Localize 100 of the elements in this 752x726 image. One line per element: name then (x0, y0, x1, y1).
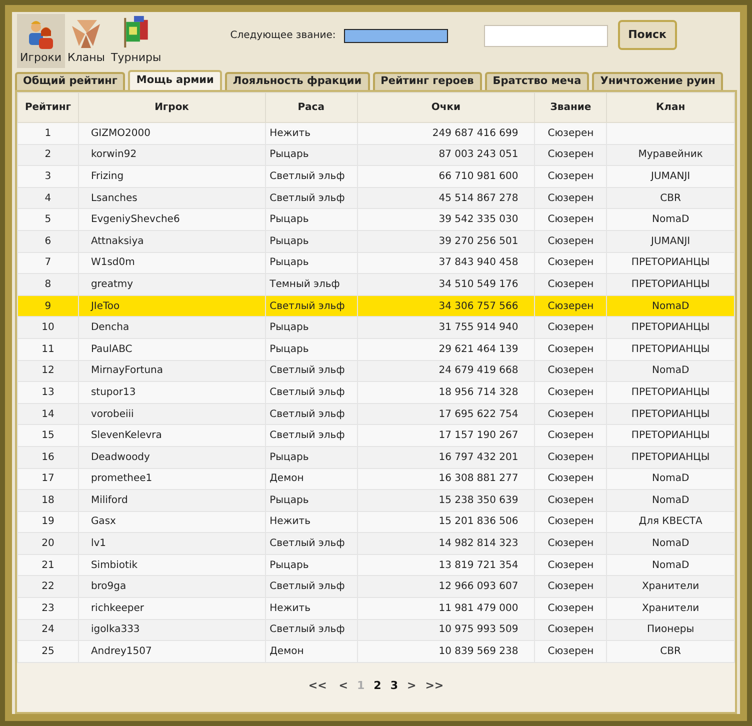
table-cell: Рыцарь (270, 214, 309, 226)
column-header: Клан (606, 92, 734, 122)
table-cell: Сюзерен (548, 149, 594, 160)
table-cell: Нежить (270, 128, 311, 139)
table-row[interactable]: 2 korwin92 Рыцарь 87 003 243 051 Сюзерен Муравейник (18, 144, 734, 166)
table-cell: Демон (270, 473, 304, 484)
table-cell: Демон (270, 646, 304, 658)
table-row[interactable]: 23 richkeeper Нежить 11 981 479 000 Сюзерен Хранители (18, 598, 734, 620)
table-cell: Сюзерен (548, 170, 594, 182)
table-cell: 21 (42, 560, 54, 571)
nav-item[interactable]: Игроки (17, 14, 65, 68)
table-cell: Gasx (90, 516, 116, 528)
tab[interactable]: Лояльность фракции (224, 72, 370, 90)
table-cell: Сюзерен (548, 646, 594, 658)
table-cell: Сюзерен (548, 192, 594, 204)
table-cell: lv1 (90, 538, 106, 550)
table-row[interactable]: 18 Miliford Рыцарь 15 238 350 639 Сюзерен NomaD (18, 490, 734, 512)
table-cell: SlevenKelevra (90, 430, 162, 442)
table-row[interactable]: 17 promethee1 Демон 16 308 881 277 Сюзерен NomaD (18, 468, 734, 490)
table-cell: Сюзерен (548, 624, 594, 636)
table-row[interactable]: 25 Andrey1507 Демон 10 839 569 238 Сюзерен CBR (18, 640, 734, 662)
table-cell: Deadwoody (90, 452, 150, 463)
table-cell: Dencha (90, 322, 130, 334)
table-row[interactable]: 1 GIZMO2000 Нежить 249 687 416 699 Сюзерен (18, 122, 734, 144)
table-row[interactable]: 19 Gasx Нежить 15 201 836 506 Сюзерен Для КВЕСТА (18, 511, 734, 533)
table-cell: Светлый эльф (270, 408, 345, 420)
table-row[interactable]: 22 bro9ga Светлый эльф 12 966 093 607 Сюзерен Хранители (18, 576, 734, 598)
table-row[interactable]: 9 JIeToo Светлый эльф 34 306 757 566 Сюзерен NomaD (18, 295, 734, 317)
table-cell: Светлый эльф (270, 386, 345, 398)
table-cell: Сюзерен (548, 538, 594, 550)
table-row[interactable]: 8 greatmy Темный эльф 34 510 549 176 Сюзерен ПРЕТОРИАНЦЫ (18, 274, 734, 296)
table-cell: 13 (42, 386, 54, 398)
column-header: Очки (357, 92, 535, 122)
table-cell: Сюзерен (548, 344, 594, 355)
table-cell: Сюзерен (548, 236, 594, 247)
table-cell: 39 542 335 030 (438, 214, 518, 226)
table-cell: Сюзерен (548, 473, 594, 484)
nav-item[interactable]: Кланы (64, 14, 108, 68)
table-cell: Хранители (642, 602, 700, 614)
table-cell: Сюзерен (548, 214, 594, 226)
table-cell: EvgeniyShevche6 (90, 214, 180, 226)
table-cell: Светлый эльф (270, 365, 345, 376)
table-cell: 13 819 721 354 (438, 560, 518, 571)
table-row[interactable]: 24 igolka333 Светлый эльф 10 975 993 509 Сюзерен Пионеры (18, 619, 734, 641)
table-row[interactable]: 11 PaulABC Рыцарь 29 621 464 139 Сюзерен ПРЕТОРИАНЦЫ (18, 338, 734, 360)
first-page-link[interactable]: << (308, 678, 327, 694)
table-cell: 2 (44, 149, 52, 160)
table-cell: Рыцарь (270, 344, 309, 355)
last-page-link[interactable]: >> (425, 678, 444, 694)
table-row[interactable]: 12 MirnayFortuna Светлый эльф 24 679 419 668 Сюзерен NomaD (18, 360, 734, 382)
table-cell: Сюзерен (548, 386, 594, 398)
table-cell: Andrey1507 (90, 646, 152, 658)
search-field[interactable] (484, 25, 608, 47)
tab[interactable]: Мощь армии (128, 70, 222, 90)
table-cell: 20 (42, 538, 54, 550)
tab[interactable]: Уничтожение руин (592, 72, 724, 90)
table-cell: 23 (42, 602, 54, 614)
search-button[interactable]: Поиск (618, 20, 677, 50)
table-row[interactable]: 4 Lsanches Светлый эльф 45 514 867 278 Сюзерен CBR (18, 187, 734, 209)
table-cell: 249 687 416 699 (432, 128, 518, 139)
table-cell: Пионеры (647, 624, 694, 636)
table-cell: greatmy (90, 278, 134, 290)
table-cell: 16 308 881 277 (438, 473, 518, 484)
table-cell: 16 797 432 201 (438, 452, 518, 463)
table-cell: ПРЕТОРИАНЦЫ (631, 430, 710, 442)
table-row[interactable]: 20 lv1 Светлый эльф 14 982 814 323 Сюзерен NomaD (18, 532, 734, 554)
table-cell: Нежить (270, 516, 311, 528)
table-cell: Рыцарь (270, 452, 309, 463)
nav-item[interactable]: Турниры (108, 14, 164, 68)
table-cell: Сюзерен (548, 494, 594, 506)
table-row[interactable]: 21 Simbiotik Рыцарь 13 819 721 354 Сюзерен NomaD (18, 554, 734, 576)
tab[interactable]: Рейтинг героев (372, 72, 482, 90)
table-cell: NomaD (652, 560, 690, 571)
table-cell: 66 710 981 600 (438, 170, 518, 182)
page-link[interactable]: 3 (390, 678, 398, 694)
table-cell: CBR (660, 192, 681, 204)
tab[interactable]: Братство меча (484, 72, 590, 90)
table-row[interactable]: 5 EvgeniyShevche6 Рыцарь 39 542 335 030 Сюзерен NomaD (18, 208, 734, 230)
table-cell: promethee1 (90, 473, 152, 484)
page-link[interactable]: 2 (374, 678, 382, 694)
table-row[interactable]: 13 stupor13 Светлый эльф 18 956 714 328 Сюзерен ПРЕТОРИАНЦЫ (18, 382, 734, 404)
table-cell: 14 (42, 408, 54, 420)
table-cell: 18 956 714 328 (438, 386, 518, 398)
prev-page-link[interactable]: < (338, 678, 348, 694)
table-cell: bro9ga (90, 581, 126, 592)
table-row[interactable]: 3 Frizing Светлый эльф 66 710 981 600 Сюзерен JUMANJI (18, 166, 734, 188)
table-cell: Сюзерен (548, 516, 594, 528)
table-cell: NomaD (652, 473, 690, 484)
table-row[interactable]: 14 vorobeiii Светлый эльф 17 695 622 754 Сюзерен ПРЕТОРИАНЦЫ (18, 403, 734, 425)
table-row[interactable]: 10 Dencha Рыцарь 31 755 914 940 Сюзерен ПРЕТОРИАНЦЫ (18, 316, 734, 338)
table-cell: W1sd0m (90, 257, 135, 268)
table-row[interactable]: 6 Attnaksiya Рыцарь 39 270 256 501 Сюзерен JUMANJI (18, 230, 734, 252)
tab[interactable]: Общий рейтинг (15, 72, 126, 90)
next-page-link[interactable]: > (406, 678, 416, 694)
table-row[interactable]: 15 SlevenKelevra Светлый эльф 17 157 190 267 Сюзерен ПРЕТОРИАНЦЫ (18, 424, 734, 446)
table-cell: JUMANJI (651, 236, 690, 247)
table-row[interactable]: 7 W1sd0m Рыцарь 37 843 940 458 Сюзерен ПРЕТОРИАНЦЫ (18, 252, 734, 274)
table-row[interactable]: 16 Deadwoody Рыцарь 16 797 432 201 Сюзерен ПРЕТОРИАНЦЫ (18, 446, 734, 468)
table-cell: 18 (42, 494, 54, 506)
table-cell: 17 695 622 754 (438, 408, 518, 420)
